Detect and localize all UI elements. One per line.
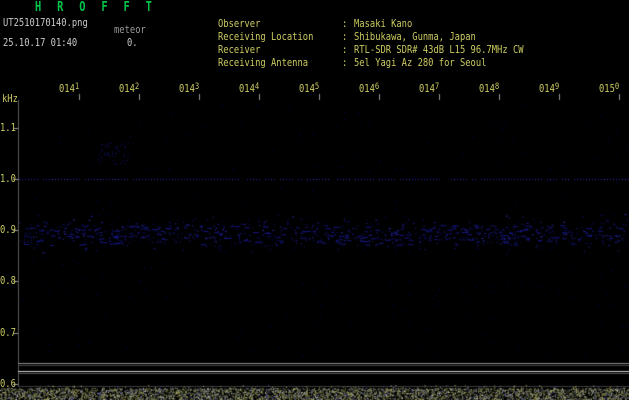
y-axis-unit: kHz xyxy=(2,92,18,105)
x-tick-label-0145: 0145 xyxy=(299,82,320,95)
x-tick-label-0150: 0150 xyxy=(599,82,620,95)
info-separator: : xyxy=(341,30,348,43)
y-tick-label-0_6: 0.6 xyxy=(0,377,16,390)
timestamp: 25.10.17 01:40 xyxy=(3,36,78,49)
info-label: Observer xyxy=(217,17,261,30)
info-separator: : xyxy=(341,56,348,69)
echo-counter: 0. xyxy=(127,36,138,49)
y-tick-label-1_1: 1.1 xyxy=(0,121,16,134)
x-tick-label-0146: 0146 xyxy=(359,82,380,95)
x-tick-label-0144: 0144 xyxy=(239,82,260,95)
info-value: 5el Yagi Az 280 for Seoul xyxy=(353,56,487,69)
x-tick-label-0148: 0148 xyxy=(479,82,500,95)
info-label: Receiving Location xyxy=(217,30,314,43)
x-tick-label-0149: 0149 xyxy=(539,82,560,95)
x-tick-label-0147: 0147 xyxy=(419,82,440,95)
x-tick-label-0142: 0142 xyxy=(119,82,140,95)
station-info: Observer: Masaki Kano Receiving Location:… xyxy=(178,4,566,69)
mode-label: meteor xyxy=(114,23,146,36)
hrofft-spectrogram-screen: H R O F F T UT2510170140.png meteor 25.1… xyxy=(0,0,629,400)
info-separator: : xyxy=(341,43,348,56)
output-filename: UT2510170140.png xyxy=(3,16,88,29)
info-separator: : xyxy=(341,17,348,30)
y-tick-label-1_0: 1.0 xyxy=(0,172,16,185)
info-value: Shibukawa, Gunma, Japan xyxy=(353,30,476,43)
info-value: RTL-SDR SDR# 43dB L15 96.7MHz CW xyxy=(353,43,524,56)
info-row-observer: Observer: Masaki Kano xyxy=(178,4,566,30)
y-tick-label-0_8: 0.8 xyxy=(0,274,16,287)
y-tick-label-0_7: 0.7 xyxy=(0,326,16,339)
x-tick-label-0143: 0143 xyxy=(179,82,200,95)
info-value: Masaki Kano xyxy=(353,17,413,30)
info-label: Receiving Antenna xyxy=(217,56,308,69)
app-title: H R O F F T xyxy=(35,0,157,15)
info-label: Receiver xyxy=(217,43,261,56)
y-tick-label-0_9: 0.9 xyxy=(0,223,16,236)
x-tick-label-0141: 0141 xyxy=(59,82,80,95)
